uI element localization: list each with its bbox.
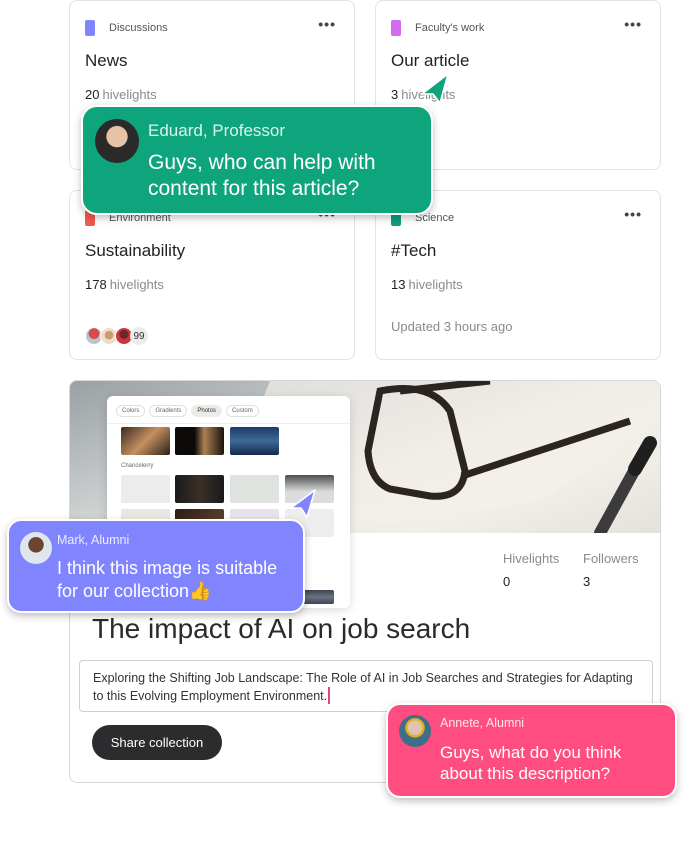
- avatar: [20, 532, 52, 564]
- description-text: Exploring the Shifting Job Landscape: Th…: [93, 671, 633, 703]
- card-title: Our article: [391, 51, 470, 70]
- count-value: 13: [391, 277, 406, 292]
- photo-thumbnail[interactable]: [121, 427, 170, 455]
- picker-section-label: Chancelerry: [121, 463, 154, 469]
- stat-value: 0: [503, 574, 511, 589]
- more-options-icon[interactable]: •••: [318, 17, 336, 31]
- more-options-icon[interactable]: •••: [624, 17, 642, 31]
- comment-message: Guys, what do you think about this descr…: [440, 743, 622, 784]
- count-unit: hivelights: [109, 277, 164, 292]
- hivelights-count: 13 hivelights: [391, 277, 463, 292]
- tab-colors[interactable]: Colors: [116, 405, 146, 417]
- stat-label: Followers: [583, 551, 639, 566]
- stat-value: 3: [583, 574, 591, 589]
- comment-bubble-mark: Mark, Alumni I think this image is suita…: [7, 519, 305, 613]
- avatar: [95, 119, 139, 163]
- card-tag: Discussions: [85, 20, 168, 36]
- comment-bubble-eduard: Eduard, Professor Guys, who can help wit…: [81, 105, 433, 215]
- stat-followers: Followers 3: [583, 551, 639, 589]
- card-title: News: [85, 51, 128, 70]
- comment-message: I think this image is suitable for our c…: [57, 558, 278, 601]
- hivelights-count: 20 hivelights: [85, 87, 157, 102]
- updated-timestamp: Updated 3 hours ago: [391, 319, 513, 334]
- tab-gradients[interactable]: Gradients: [149, 405, 188, 417]
- cursor-pointer-icon-purple: [290, 489, 316, 518]
- collection-card-sustainability[interactable]: Environment ••• Sustainability 178hiveli…: [69, 190, 355, 360]
- comment-author: Mark, Alumni: [57, 533, 130, 547]
- photo-thumbnail[interactable]: [121, 475, 170, 503]
- comment-author: Annete, Alumni: [440, 716, 525, 730]
- photo-thumbnail[interactable]: [175, 475, 224, 503]
- tab-photos[interactable]: Photos: [191, 405, 223, 417]
- tag-label: Discussions: [109, 22, 168, 34]
- photo-thumbnail[interactable]: [175, 427, 224, 455]
- photo-thumbnail[interactable]: [230, 427, 279, 455]
- tab-custom[interactable]: Custom: [226, 405, 259, 417]
- stat-label: Hivelights: [503, 551, 560, 566]
- more-options-icon[interactable]: •••: [624, 207, 642, 221]
- text-caret: [328, 687, 331, 704]
- collection-card-tech[interactable]: Science ••• #Tech 13 hivelights Updated 3…: [375, 190, 661, 360]
- picker-tabs: Colors Gradients Photos Custom: [107, 396, 350, 424]
- stat-hivelights: Hivelights 0: [503, 551, 559, 589]
- photo-thumbnail[interactable]: [230, 475, 279, 503]
- hivelights-count: 178 hivelights: [85, 277, 164, 292]
- tag-color-swatch: [85, 20, 95, 36]
- card-title: #Tech: [391, 241, 437, 260]
- follower-avatars: 99: [85, 327, 148, 345]
- comment-bubble-annete: Annete, Alumni Guys, what do you think a…: [386, 703, 677, 798]
- card-tag: Faculty's work: [391, 20, 484, 36]
- count-unit: hivelights: [408, 277, 463, 292]
- share-collection-button[interactable]: Share collection: [92, 725, 222, 760]
- collection-title[interactable]: The impact of AI on job search: [92, 613, 470, 645]
- tag-color-swatch: [391, 20, 401, 36]
- card-title: Sustainability: [85, 241, 186, 260]
- cursor-pointer-icon-green: [421, 73, 449, 104]
- count-unit: hivelights: [102, 87, 157, 102]
- tag-label: Faculty's work: [415, 22, 485, 34]
- comment-message: Guys, who can help with content for this…: [148, 151, 376, 201]
- count-value: 178: [85, 277, 107, 292]
- count-value: 20: [85, 87, 100, 102]
- count-value: 3: [391, 87, 399, 102]
- avatars-more-count: 99: [130, 327, 148, 345]
- avatar: [399, 715, 431, 747]
- comment-author: Eduard, Professor: [148, 121, 286, 140]
